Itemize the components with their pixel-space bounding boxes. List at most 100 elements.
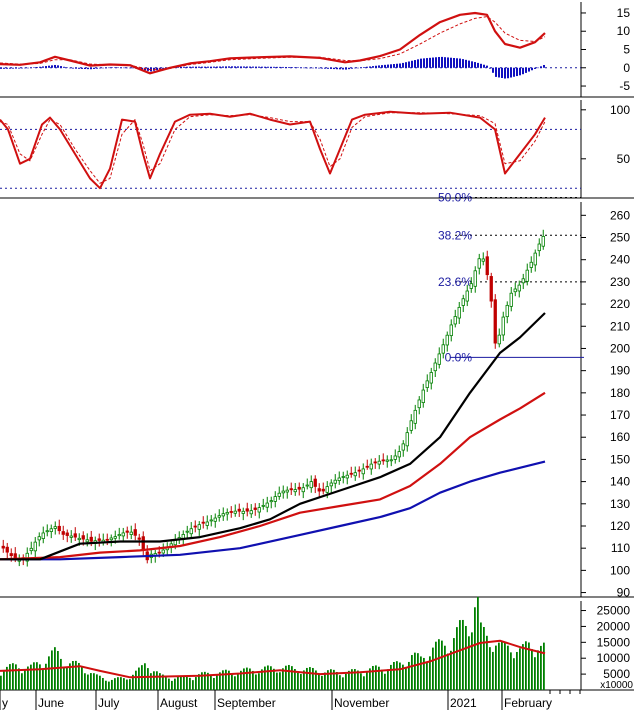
macd-histogram-bar (489, 67, 491, 69)
macd-histogram-bar (471, 61, 473, 68)
macd-histogram-bar (228, 66, 230, 68)
candle-body (45, 530, 49, 533)
candle-body (245, 508, 249, 512)
volume-bar (126, 679, 128, 690)
macd-histogram-bar (78, 67, 80, 69)
candle-body (365, 465, 369, 468)
macd-histogram-bar (441, 56, 443, 68)
candle-body (533, 252, 537, 266)
candle-body (37, 536, 41, 541)
candle-body (265, 502, 269, 508)
candle-body (301, 487, 305, 493)
candle-body (53, 526, 57, 529)
volume-bar (453, 638, 455, 690)
macd-histogram-bar (21, 67, 23, 69)
macd-histogram-bar (249, 66, 251, 68)
macd-histogram-bar (252, 66, 254, 68)
volume-bar (519, 648, 521, 690)
macd-histogram-bar (96, 67, 98, 69)
candle-body (113, 536, 117, 539)
volume-bar (174, 678, 176, 690)
volume-bar (459, 620, 461, 690)
macd-histogram-bar (483, 64, 485, 68)
volume-bar (387, 669, 389, 690)
macd-histogram-bar (90, 67, 92, 70)
volume-bar (75, 660, 77, 690)
candle-body (229, 511, 233, 513)
macd-histogram-bar (324, 67, 326, 69)
macd-histogram-bar (498, 67, 500, 78)
volume-bar (543, 642, 545, 690)
macd-histogram-bar (186, 66, 188, 68)
macd-histogram-bar (372, 66, 374, 68)
candle-body (9, 553, 13, 557)
candle-body (317, 488, 321, 492)
volume-bar (105, 680, 107, 690)
volume-bar (237, 674, 239, 690)
volume-bar (447, 653, 449, 690)
macd-histogram-bar (36, 67, 38, 68)
candle-body (465, 290, 469, 302)
candle-body (77, 537, 81, 541)
price-panel-tick-label: 210 (610, 319, 630, 333)
volume-unit-label: x10000 (600, 680, 633, 691)
candle-body (389, 459, 393, 462)
macd-histogram-bar (477, 62, 479, 68)
macd-histogram-bar (384, 64, 386, 68)
volume-bar (357, 670, 359, 690)
candle-body (329, 482, 333, 487)
volume-bar (345, 673, 347, 690)
macd-histogram-bar (0, 67, 2, 69)
macd-histogram-bar (501, 67, 503, 78)
candle-body (325, 486, 329, 493)
macd-histogram-bar (192, 66, 194, 68)
volume-bar (24, 669, 26, 690)
candle-body (41, 532, 45, 539)
candle-body (241, 510, 245, 514)
candle-body (393, 455, 397, 460)
macd-histogram-bar (504, 67, 506, 79)
volume-bar (99, 675, 101, 690)
macd-histogram-bar (105, 67, 107, 69)
macd-histogram-bar (273, 66, 275, 68)
macd-histogram-bar (66, 67, 68, 69)
candle-body (85, 539, 89, 543)
macd-histogram-bar (303, 67, 305, 69)
macd-histogram-bar (291, 67, 293, 68)
volume-bar (117, 677, 119, 690)
price-panel-tick-label: 240 (610, 253, 630, 267)
volume-bar (474, 607, 476, 690)
macd-histogram-bar (69, 67, 71, 69)
macd-histogram-bar (45, 66, 47, 68)
price-panel-tick-label: 160 (610, 430, 630, 444)
macd-histogram-bar (279, 66, 281, 68)
candle-body (525, 269, 529, 282)
macd-histogram-bar (534, 67, 536, 69)
volume-bar (504, 641, 506, 690)
macd-histogram-bar (420, 58, 422, 68)
candle-body (261, 504, 265, 507)
volume-bar (513, 658, 515, 690)
candle-body (69, 535, 73, 538)
candle-body (309, 481, 313, 489)
price-panel-tick-label: 190 (610, 364, 630, 378)
macd-histogram-bar (537, 67, 539, 69)
x-axis-month-label: September (217, 696, 276, 710)
macd-histogram-bar (378, 65, 380, 68)
macd-histogram-bar (495, 67, 497, 77)
volume-bar (471, 632, 473, 690)
volume-bar (321, 675, 323, 690)
volume-bar (3, 671, 5, 690)
volume-bar (456, 627, 458, 690)
candle-body (129, 531, 133, 535)
stochastic-panel: 100 50 (0, 100, 634, 199)
volume-bar (288, 664, 290, 690)
macd-histogram-bar (231, 66, 233, 68)
macd-histogram-bar (342, 67, 344, 70)
candle-body (337, 477, 341, 481)
volume-bar (312, 667, 314, 690)
volume-bar (363, 676, 365, 690)
candle-body (105, 538, 109, 541)
macd-histogram-bar (42, 66, 44, 68)
candle-body (277, 492, 281, 497)
